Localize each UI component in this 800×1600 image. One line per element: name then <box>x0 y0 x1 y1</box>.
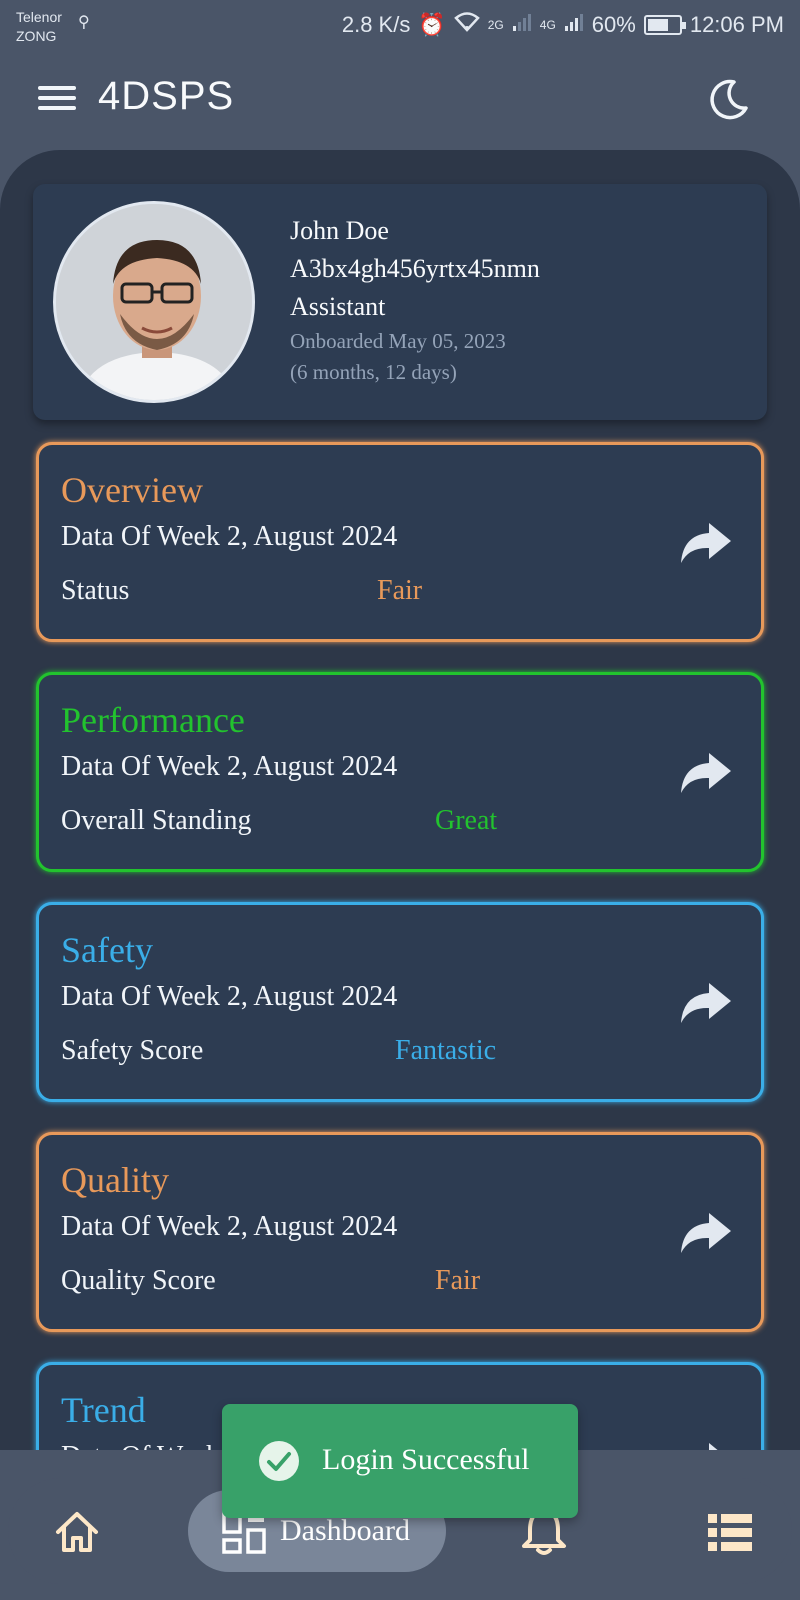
card-label: Quality Score <box>61 1265 216 1296</box>
profile-id: A3bx4gh456yrtx45nmn <box>290 254 540 283</box>
content-panel: John Doe A3bx4gh456yrtx45nmn Assistant O… <box>0 150 800 1450</box>
performance-card[interactable]: Performance Data Of Week 2, August 2024 … <box>36 672 764 872</box>
signal-icon <box>512 12 532 38</box>
dashboard-label: Dashboard <box>280 1514 410 1547</box>
list-icon[interactable] <box>708 1514 752 1552</box>
check-circle-icon <box>258 1440 300 1482</box>
usb-icon: ⚲ <box>78 14 90 31</box>
card-title: Trend <box>61 1390 146 1430</box>
share-arrow-icon[interactable] <box>679 751 733 797</box>
share-arrow-icon[interactable] <box>679 1441 733 1450</box>
alarm-icon: ⏰ <box>418 12 446 37</box>
home-icon[interactable] <box>54 1510 100 1554</box>
carrier-info: Telenor ZONG <box>16 8 62 46</box>
carrier-primary: Telenor <box>16 9 62 25</box>
wifi-icon <box>453 12 480 38</box>
moon-icon[interactable] <box>706 78 750 122</box>
quality-card[interactable]: Quality Data Of Week 2, August 2024 Qual… <box>36 1132 764 1332</box>
clock: 12:06 PM <box>689 12 784 37</box>
card-subtitle: Data Of Week 2, August 2024 <box>61 981 398 1012</box>
card-value: Fair <box>377 575 423 606</box>
app-bar: 4DSPS <box>0 58 800 144</box>
card-subtitle: Data Of Week 2, August 2024 <box>61 1211 398 1242</box>
signal-icon <box>564 12 584 38</box>
share-arrow-icon[interactable] <box>679 1211 733 1257</box>
card-label: Safety Score <box>61 1035 204 1066</box>
avatar <box>53 201 255 403</box>
menu-icon[interactable] <box>38 86 76 114</box>
overview-card[interactable]: Overview Data Of Week 2, August 2024 Sta… <box>36 442 764 642</box>
carrier-secondary: ZONG <box>16 28 57 44</box>
share-arrow-icon[interactable] <box>679 521 733 567</box>
card-title: Safety <box>61 930 153 970</box>
app-title: 4DSPS <box>98 74 235 118</box>
network-type-4g: 4G <box>539 18 556 32</box>
profile-role: Assistant <box>290 292 386 321</box>
toast-message: Login Successful <box>322 1443 530 1476</box>
profile-card: John Doe A3bx4gh456yrtx45nmn Assistant O… <box>33 184 767 420</box>
card-subtitle: Data Of Week 2, August 2024 <box>61 751 398 782</box>
profile-name: John Doe <box>290 216 389 245</box>
status-indicators: 2.8 K/s ⏰ 2G 4G 60% 12:06 PM <box>342 10 784 40</box>
card-value: Fair <box>435 1265 481 1296</box>
card-label: Overall Standing <box>61 805 252 836</box>
card-label: Status <box>61 575 130 606</box>
status-bar: Telenor ZONG ⚲ 2.8 K/s ⏰ 2G 4G 60% 12:06… <box>0 0 800 50</box>
card-title: Quality <box>61 1160 169 1200</box>
battery-percent: 60% <box>591 12 636 37</box>
battery-icon <box>643 15 686 35</box>
card-title: Overview <box>61 470 203 510</box>
card-title: Performance <box>61 700 245 740</box>
card-value: Fantastic <box>395 1035 497 1066</box>
network-speed: 2.8 K/s <box>341 12 411 37</box>
card-value: Great <box>435 805 498 836</box>
share-arrow-icon[interactable] <box>679 981 733 1027</box>
profile-details: John Doe A3bx4gh456yrtx45nmn Assistant O… <box>290 212 540 388</box>
profile-tenure: (6 months, 12 days) <box>290 360 457 384</box>
login-toast: Login Successful <box>222 1404 578 1518</box>
safety-card[interactable]: Safety Data Of Week 2, August 2024 Safet… <box>36 902 764 1102</box>
card-subtitle: Data Of Week 2, August 2024 <box>61 521 398 552</box>
network-type-2g: 2G <box>487 18 504 32</box>
profile-onboarded: Onboarded May 05, 2023 <box>290 329 506 353</box>
